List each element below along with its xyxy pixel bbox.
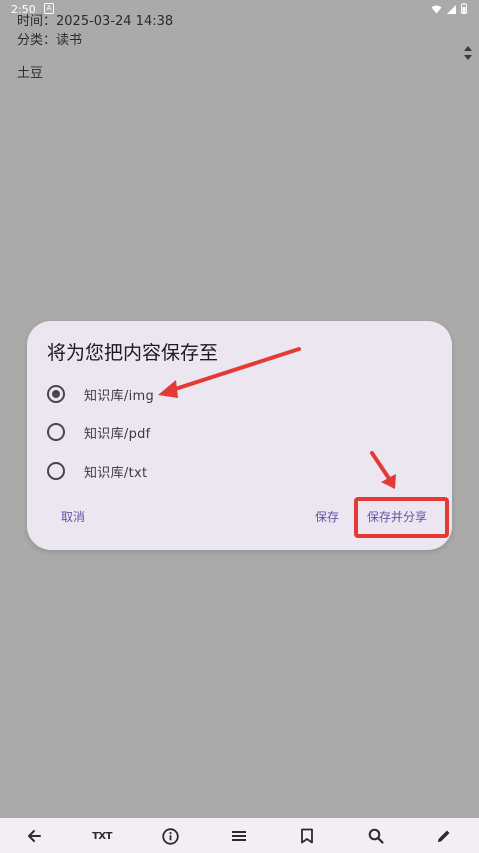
option-img[interactable]: 知识库/img	[47, 382, 347, 406]
search-icon[interactable]	[367, 827, 385, 845]
scroll-handle-icon[interactable]	[463, 44, 473, 62]
menu-icon[interactable]	[230, 827, 248, 845]
back-arrow-icon[interactable]	[25, 827, 43, 845]
radio-img[interactable]	[47, 385, 65, 403]
txt-icon[interactable]: TXT	[92, 827, 112, 845]
option-pdf-label: 知识库/pdf	[84, 426, 151, 442]
option-txt[interactable]: 知识库/txt	[47, 459, 347, 483]
wifi-icon	[431, 4, 442, 17]
battery-icon	[461, 3, 467, 17]
info-icon[interactable]	[161, 827, 179, 845]
note-content: 土豆	[17, 66, 44, 81]
txt-label: TXT	[92, 830, 112, 842]
option-img-label: 知识库/img	[84, 388, 155, 404]
dialog-title: 将为您把内容保存至	[47, 342, 219, 364]
signal-icon	[447, 4, 456, 17]
note-time: 时间：2025-03-24 14:38	[17, 14, 174, 29]
save-button[interactable]: 保存	[315, 508, 339, 525]
note-category: 分类：读书	[17, 33, 83, 48]
edit-icon[interactable]	[435, 827, 453, 845]
cancel-button[interactable]: 取消	[61, 508, 85, 525]
radio-pdf[interactable]	[47, 423, 65, 441]
annotation-highlight-box	[354, 497, 449, 538]
bookmark-icon[interactable]	[298, 827, 316, 845]
option-txt-label: 知识库/txt	[84, 465, 148, 481]
radio-txt[interactable]	[47, 462, 65, 480]
option-pdf[interactable]: 知识库/pdf	[47, 420, 347, 444]
bottom-toolbar: TXT	[0, 818, 479, 853]
system-icons	[431, 3, 467, 17]
